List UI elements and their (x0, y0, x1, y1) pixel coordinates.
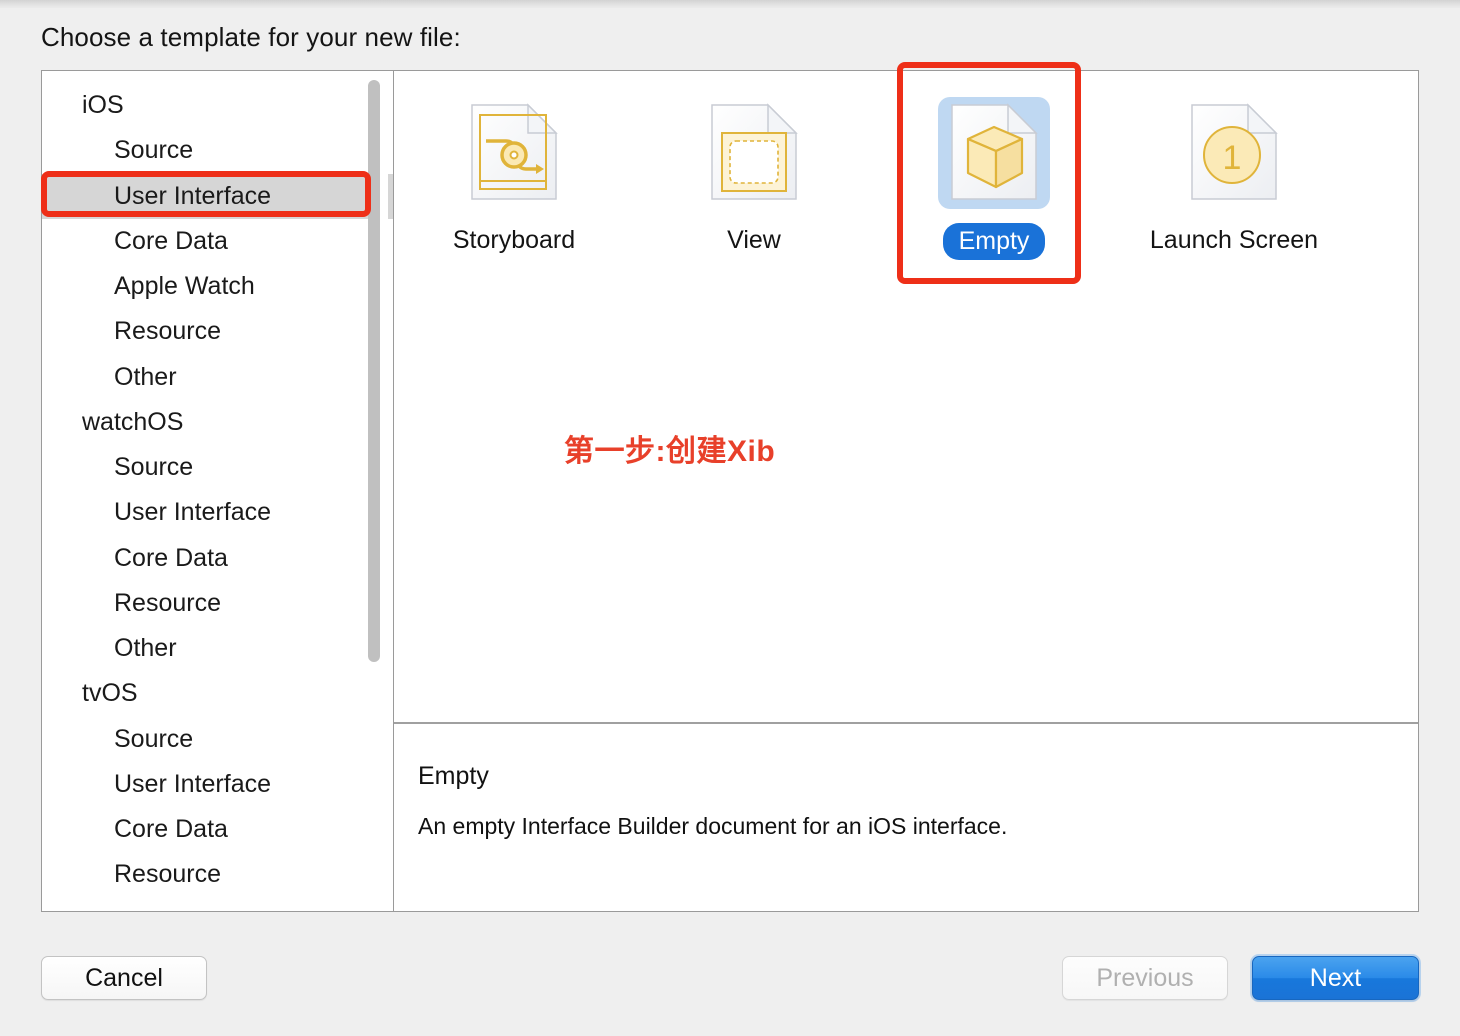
sidebar-item-core-data[interactable]: Core Data (42, 807, 393, 852)
template-label: View (727, 226, 781, 254)
sidebar-item-source[interactable]: Source (42, 445, 393, 490)
previous-button[interactable]: Previous (1062, 956, 1228, 1000)
template-empty[interactable]: Empty (874, 89, 1114, 260)
view-document-icon (698, 97, 810, 209)
sidebar-item-resource[interactable]: Resource (42, 852, 393, 897)
launch-screen-document-icon: 1 (1178, 97, 1290, 209)
sidebar-item-user-interface[interactable]: User Interface (42, 762, 393, 807)
sidebar-item-user-interface[interactable]: User Interface (42, 173, 393, 219)
dialog-footer: Cancel Previous Next (0, 952, 1460, 1036)
sidebar-item-user-interface[interactable]: User Interface (42, 490, 393, 535)
template-label: Storyboard (452, 226, 576, 254)
description-body: An empty Interface Builder document for … (418, 813, 1008, 839)
xcode-new-file-template-dialog: Choose a template for your new file: iOS… (0, 0, 1460, 1036)
template-grid-area: Storyboard View Empty 1 Launch Screen 第一步:创建… (394, 71, 1418, 724)
sidebar-item-resource[interactable]: Resource (42, 581, 393, 626)
svg-text:1: 1 (1223, 139, 1242, 177)
template-grid[interactable]: Storyboard View Empty 1 Launch Screen (394, 71, 1418, 260)
sidebar-item-core-data[interactable]: Core Data (42, 536, 393, 581)
template-view[interactable]: View (634, 89, 874, 260)
sidebar-item-resource[interactable]: Resource (42, 309, 393, 354)
description-title: Empty (418, 762, 489, 790)
sidebar-item-other[interactable]: Other (42, 626, 393, 671)
sidebar-item-source[interactable]: Source (42, 717, 393, 762)
template-chooser-content: iOS Source User Interface Core Data Apple Wa… (41, 70, 1419, 912)
sidebar-item-source[interactable]: Source (42, 128, 393, 173)
template-storyboard[interactable]: Storyboard (394, 89, 634, 260)
sidebar-item-core-data[interactable]: Core Data (42, 219, 393, 264)
template-label: Empty (942, 223, 1046, 260)
page-title: Choose a template for your new file: (41, 22, 461, 52)
sidebar-group-ios[interactable]: iOS (42, 83, 393, 128)
sidebar-item-other[interactable]: Other (42, 355, 393, 400)
category-tree[interactable]: iOS Source User Interface Core Data Apple Wa… (42, 71, 393, 898)
template-pane: Storyboard View Empty 1 Launch Screen 第一步:创建… (394, 71, 1418, 911)
step-annotation-text: 第一步:创建Xib (564, 435, 776, 468)
category-sidebar[interactable]: iOS Source User Interface Core Data Apple Wa… (42, 71, 394, 911)
sidebar-group-watchos[interactable]: watchOS (42, 400, 393, 445)
window-chrome-strip (0, 0, 1460, 8)
template-description: Empty An empty Interface Builder documen… (394, 724, 1418, 911)
sidebar-item-apple-watch[interactable]: Apple Watch (42, 264, 393, 309)
cancel-button[interactable]: Cancel (41, 956, 207, 1000)
template-label: Launch Screen (1149, 226, 1319, 254)
next-button[interactable]: Next (1252, 956, 1419, 1000)
empty-cube-document-icon (938, 97, 1050, 209)
sidebar-scrollbar-thumb[interactable] (368, 80, 380, 662)
template-launch-screen[interactable]: 1 Launch Screen (1114, 89, 1354, 260)
sidebar-group-tvos[interactable]: tvOS (42, 671, 393, 716)
storyboard-document-icon (458, 97, 570, 209)
sidebar-scrollbar-track[interactable] (368, 75, 388, 909)
